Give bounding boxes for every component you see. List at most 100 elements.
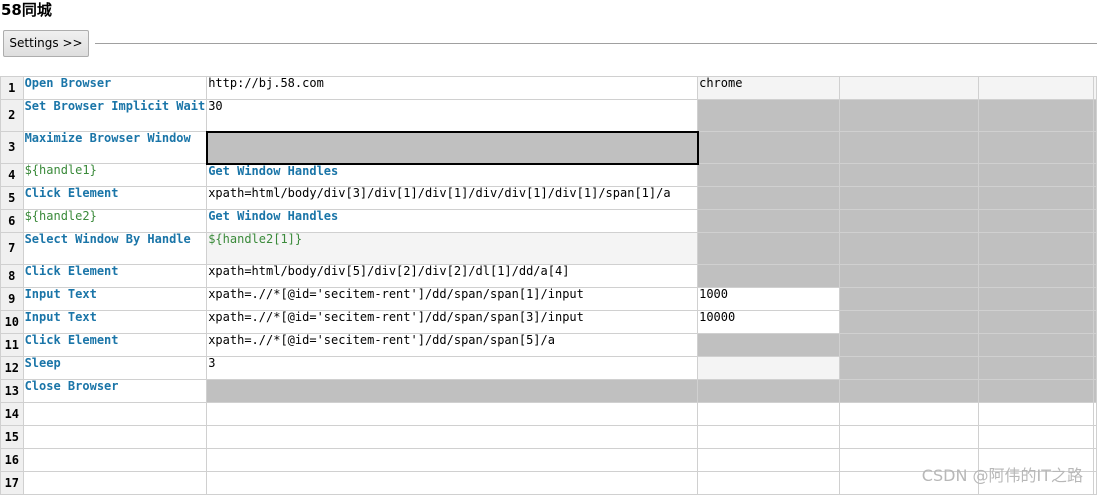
- row-number[interactable]: 9: [0, 287, 24, 311]
- keyword-cell[interactable]: Set Browser Implicit Wait: [22, 99, 208, 132]
- argument-cell[interactable]: [978, 131, 1094, 164]
- row-number[interactable]: 1: [0, 76, 24, 100]
- argument-cell[interactable]: Get Window Handles: [206, 209, 699, 233]
- argument-cell[interactable]: [978, 76, 1094, 100]
- argument-cell[interactable]: ${handle2[1]}: [206, 232, 699, 265]
- empty-cell[interactable]: [1093, 402, 1097, 426]
- argument-cell[interactable]: [697, 471, 841, 495]
- keyword-cell[interactable]: [22, 425, 208, 449]
- row-number[interactable]: 15: [0, 425, 24, 449]
- argument-cell[interactable]: [839, 333, 980, 357]
- argument-cell[interactable]: [697, 379, 841, 403]
- argument-cell[interactable]: [978, 333, 1094, 357]
- row-number[interactable]: 14: [0, 402, 24, 426]
- argument-cell[interactable]: [697, 402, 841, 426]
- empty-cell[interactable]: [1093, 163, 1097, 187]
- argument-cell[interactable]: [978, 287, 1094, 311]
- argument-cell[interactable]: [839, 76, 980, 100]
- empty-cell[interactable]: [1093, 471, 1097, 495]
- row-number[interactable]: 12: [0, 356, 24, 380]
- argument-cell[interactable]: Get Window Handles: [206, 163, 699, 187]
- keyword-cell[interactable]: ${handle2}: [22, 209, 208, 233]
- row-number[interactable]: 8: [0, 264, 24, 288]
- argument-cell[interactable]: http://bj.58.com: [206, 76, 699, 100]
- argument-cell[interactable]: xpath=html/body/div[5]/div[2]/div[2]/dl[…: [206, 264, 699, 288]
- argument-cell[interactable]: [978, 186, 1094, 210]
- argument-cell[interactable]: [978, 232, 1094, 265]
- argument-cell[interactable]: [978, 264, 1094, 288]
- keyword-cell[interactable]: Close Browser: [22, 379, 208, 403]
- argument-cell[interactable]: [839, 186, 980, 210]
- keyword-cell[interactable]: Input Text: [22, 310, 208, 334]
- empty-cell[interactable]: [1093, 287, 1097, 311]
- keyword-cell[interactable]: Input Text: [22, 287, 208, 311]
- argument-cell[interactable]: chrome: [697, 76, 841, 100]
- row-number[interactable]: 3: [0, 131, 24, 164]
- argument-cell[interactable]: [206, 448, 699, 472]
- empty-cell[interactable]: [1093, 310, 1097, 334]
- argument-cell[interactable]: [697, 356, 841, 380]
- empty-cell[interactable]: [1093, 425, 1097, 449]
- empty-cell[interactable]: [1093, 76, 1097, 100]
- keyword-cell[interactable]: [22, 402, 208, 426]
- argument-cell[interactable]: xpath=.//*[@id='secitem-rent']/dd/span/s…: [206, 333, 699, 357]
- argument-cell[interactable]: 30: [206, 99, 699, 132]
- keyword-cell[interactable]: Maximize Browser Window: [22, 131, 208, 164]
- empty-cell[interactable]: [1093, 209, 1097, 233]
- argument-cell[interactable]: [206, 379, 699, 403]
- keyword-cell[interactable]: [22, 471, 208, 495]
- keyword-cell[interactable]: [22, 448, 208, 472]
- argument-cell[interactable]: [205, 130, 699, 165]
- row-number[interactable]: 2: [0, 99, 24, 132]
- row-number[interactable]: 13: [0, 379, 24, 403]
- argument-cell[interactable]: [978, 99, 1094, 132]
- empty-cell[interactable]: [1093, 264, 1097, 288]
- argument-cell[interactable]: [839, 356, 980, 380]
- row-number[interactable]: 5: [0, 186, 24, 210]
- argument-cell[interactable]: [839, 99, 980, 132]
- keyword-cell[interactable]: Open Browser: [22, 76, 208, 100]
- argument-cell[interactable]: [839, 310, 980, 334]
- argument-cell[interactable]: [839, 264, 980, 288]
- argument-cell[interactable]: [978, 163, 1094, 187]
- empty-cell[interactable]: [1093, 333, 1097, 357]
- keyword-cell[interactable]: Select Window By Handle: [22, 232, 208, 265]
- argument-cell[interactable]: [978, 402, 1094, 426]
- empty-cell[interactable]: [1093, 186, 1097, 210]
- argument-cell[interactable]: [697, 448, 841, 472]
- empty-cell[interactable]: [1093, 99, 1097, 132]
- argument-cell[interactable]: xpath=.//*[@id='secitem-rent']/dd/span/s…: [206, 287, 699, 311]
- row-number[interactable]: 11: [0, 333, 24, 357]
- keyword-cell[interactable]: Click Element: [22, 186, 208, 210]
- argument-cell[interactable]: xpath=html/body/div[3]/div[1]/div[1]/div…: [206, 186, 699, 210]
- empty-cell[interactable]: [1093, 356, 1097, 380]
- settings-button[interactable]: Settings >>: [3, 30, 89, 57]
- keyword-cell[interactable]: ${handle1}: [22, 163, 208, 187]
- argument-cell[interactable]: [839, 379, 980, 403]
- argument-cell[interactable]: [839, 402, 980, 426]
- row-number[interactable]: 6: [0, 209, 24, 233]
- empty-cell[interactable]: [1093, 232, 1097, 265]
- argument-cell[interactable]: [697, 209, 841, 233]
- argument-cell[interactable]: [697, 186, 841, 210]
- argument-cell[interactable]: [839, 163, 980, 187]
- argument-cell[interactable]: [206, 402, 699, 426]
- argument-cell[interactable]: xpath=.//*[@id='secitem-rent']/dd/span/s…: [206, 310, 699, 334]
- keyword-cell[interactable]: Click Element: [22, 264, 208, 288]
- argument-cell[interactable]: [978, 425, 1094, 449]
- argument-cell[interactable]: [839, 131, 980, 164]
- empty-cell[interactable]: [1093, 379, 1097, 403]
- argument-cell[interactable]: [697, 232, 841, 265]
- argument-cell[interactable]: [839, 287, 980, 311]
- row-number[interactable]: 16: [0, 448, 24, 472]
- empty-cell[interactable]: [1093, 448, 1097, 472]
- argument-cell[interactable]: [206, 471, 699, 495]
- row-number[interactable]: 10: [0, 310, 24, 334]
- argument-cell[interactable]: [978, 209, 1094, 233]
- argument-cell[interactable]: [978, 379, 1094, 403]
- argument-cell[interactable]: [978, 356, 1094, 380]
- argument-cell[interactable]: 3: [206, 356, 699, 380]
- argument-cell[interactable]: [839, 209, 980, 233]
- argument-cell[interactable]: 1000: [697, 287, 841, 311]
- keyword-cell[interactable]: Click Element: [22, 333, 208, 357]
